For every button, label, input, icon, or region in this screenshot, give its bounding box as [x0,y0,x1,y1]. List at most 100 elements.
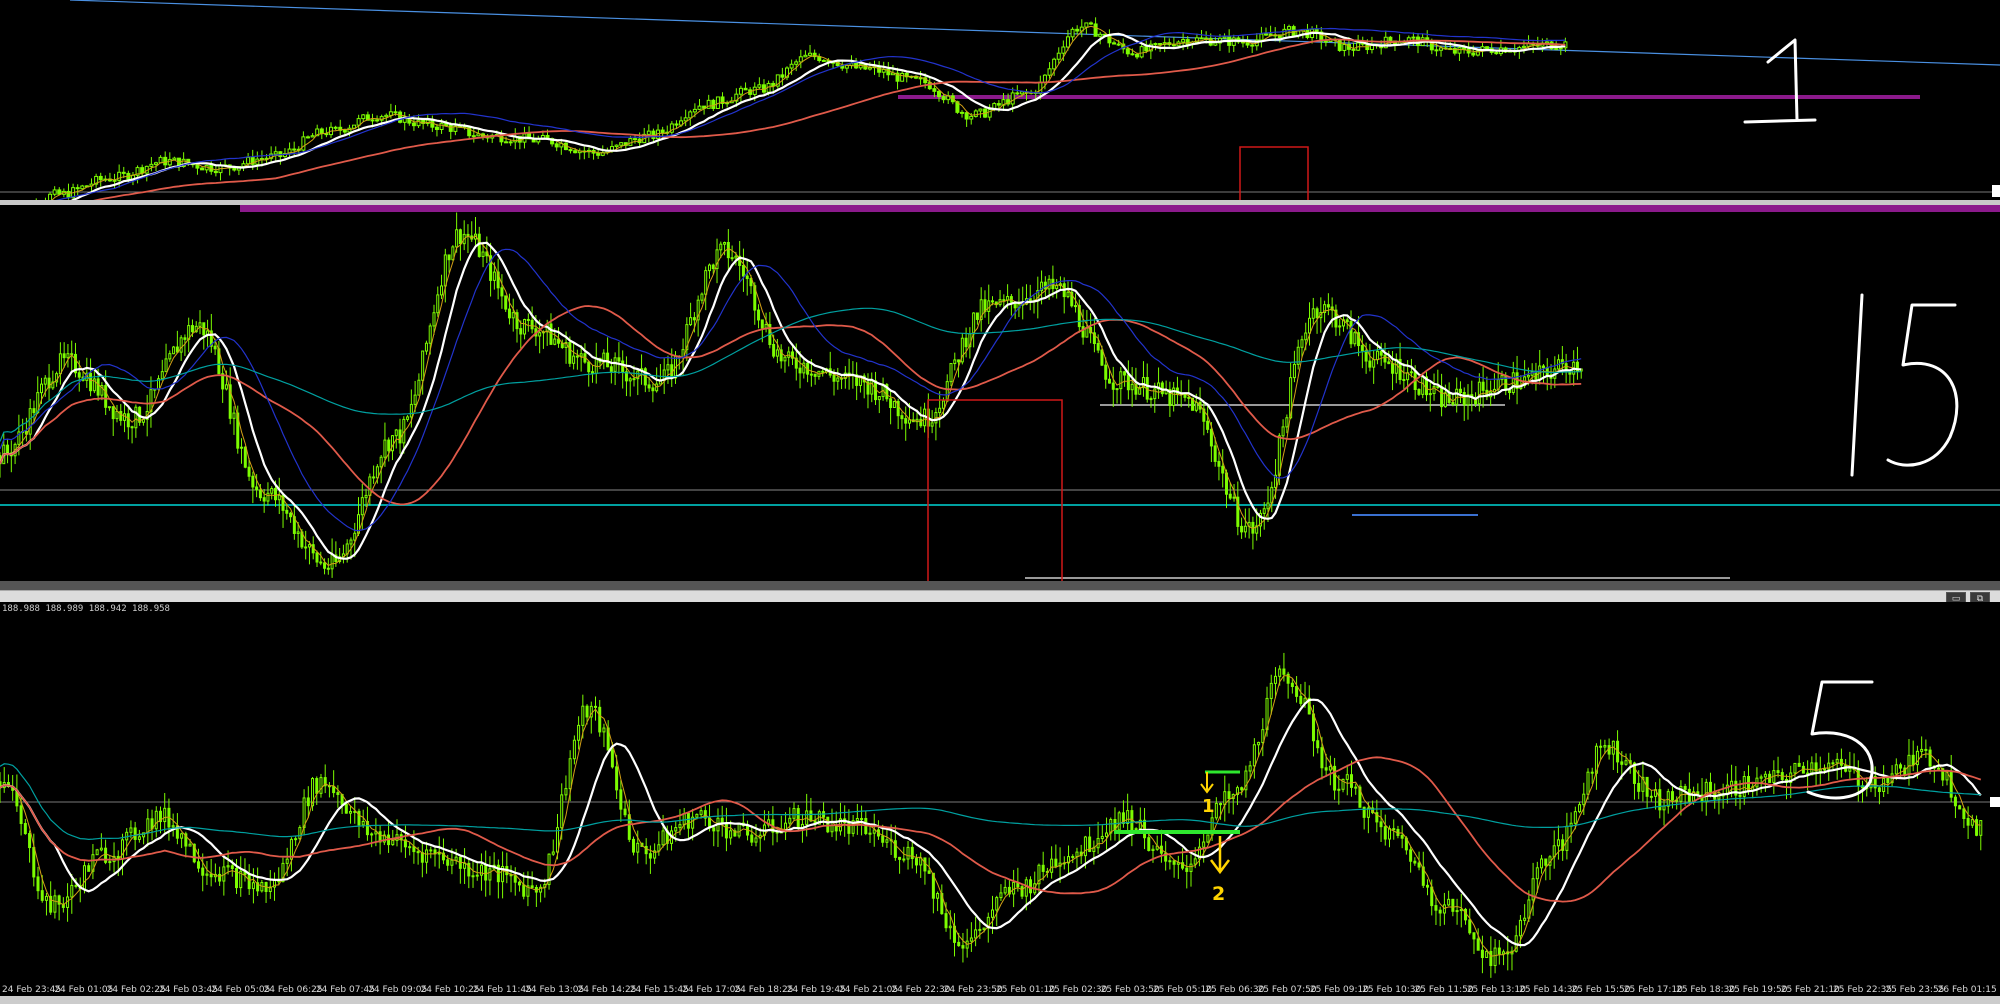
candle-body [319,128,324,135]
candle-body [434,126,439,130]
candle-body [704,270,708,295]
candle-body [1545,367,1549,376]
candle-body [798,367,802,374]
candle-body [198,322,202,327]
candle-body [1599,745,1603,748]
candle-body [1573,811,1577,824]
candle-body [1493,947,1497,967]
candle-body [1349,321,1353,345]
candle-body [1518,919,1522,937]
candle-body [975,312,979,320]
candle-body [205,873,209,876]
candle-body [1388,828,1391,840]
candle-body [230,865,234,870]
candle-body [1442,904,1446,914]
x-tick-label: 25 Feb 03:50 [1101,985,1160,995]
candle-body [1222,36,1227,39]
candle-body [218,873,222,882]
candle-body [1360,345,1364,352]
candle-body [1010,92,1015,105]
candle-body [44,895,48,901]
x-tick-label: 24 Feb 10:25 [421,985,480,995]
candle-body [1835,758,1839,764]
candle-body [1958,805,1962,810]
x-tick-label: 25 Feb 10:30 [1362,985,1421,995]
candle-body [1776,770,1780,774]
candle-body [1083,836,1087,857]
candle-body [764,324,768,329]
candle-body [1556,839,1560,847]
candle-body [867,67,872,70]
candle-body [40,383,44,394]
candle-body [1793,762,1797,774]
candle-body [379,456,383,468]
candle-body [153,162,158,165]
candle-body [344,803,348,814]
candle-body [1540,858,1544,869]
candle-body [821,59,826,62]
x-tick-label: 24 Feb 15:45 [630,985,689,995]
candle-body [32,847,36,878]
candle-body [1430,886,1434,907]
candle-body [1248,765,1252,772]
candle-body [1582,793,1586,806]
candle-body [1962,808,1966,819]
candle-body [408,846,412,849]
candle-body [1130,53,1135,56]
candle-body [1383,354,1387,363]
candle-body [458,229,462,245]
candle-body [1620,761,1624,765]
candle-body [168,353,172,360]
candle-body [163,807,167,823]
candle-body [294,838,298,841]
candle-body [163,156,168,166]
candle-body [885,839,889,843]
candle-body [1105,832,1109,837]
candle-body [332,786,336,794]
candle-body [326,567,330,570]
candle-body [424,342,428,352]
chart-top-svg: 13 Feb 04:0013 Feb 12:0013 Feb 20:0014 F… [0,0,2000,200]
candle-body [99,847,103,851]
candle-body [1291,26,1296,37]
candle-body [1462,392,1466,406]
candle-body [538,332,542,337]
chart-panel-5[interactable]: 188.988 188.989 188.942 188.958 1 2 24 Feb… [0,602,2000,1004]
candle-body [126,413,130,428]
candle-body [754,837,758,843]
candle-body [1282,668,1286,675]
candle-body [471,875,475,878]
candle-body [1047,68,1052,76]
candle-body [803,54,808,58]
candle-body [1823,768,1827,771]
x-tick-label: 24 Feb 07:45 [316,985,375,995]
candle-body [1417,389,1421,395]
x-tick-label: 25 Feb 05:10 [1153,985,1212,995]
candle-body [270,487,274,494]
ma-line-orange [0,235,1582,567]
candle-body [651,130,656,140]
x-tick-label: 25 Feb 02:30 [1048,985,1107,995]
candle-body [647,384,651,389]
candle-body [1273,675,1277,684]
candle-body [285,509,289,514]
candle-body [1464,908,1468,921]
candle-body [251,475,255,488]
candle-body [1590,771,1594,774]
candle-body [1042,74,1047,83]
chart-panel-1[interactable]: 13 Feb 04:0013 Feb 12:0013 Feb 20:0014 F… [0,0,2000,200]
ma-line-white [0,241,1582,560]
candle-body [688,111,693,119]
candle-body [243,446,247,468]
candle-body [1323,40,1328,43]
candle-body [319,777,323,794]
candle-body [1481,381,1485,391]
candle-body [978,108,983,112]
candle-body [1209,428,1213,447]
chart-panel-15[interactable]: 15 [0,205,2000,590]
candle-body [1223,791,1227,806]
candle-body [523,319,527,335]
candle-body [530,885,534,888]
candle-body [1126,810,1130,824]
candle-body [224,384,228,390]
